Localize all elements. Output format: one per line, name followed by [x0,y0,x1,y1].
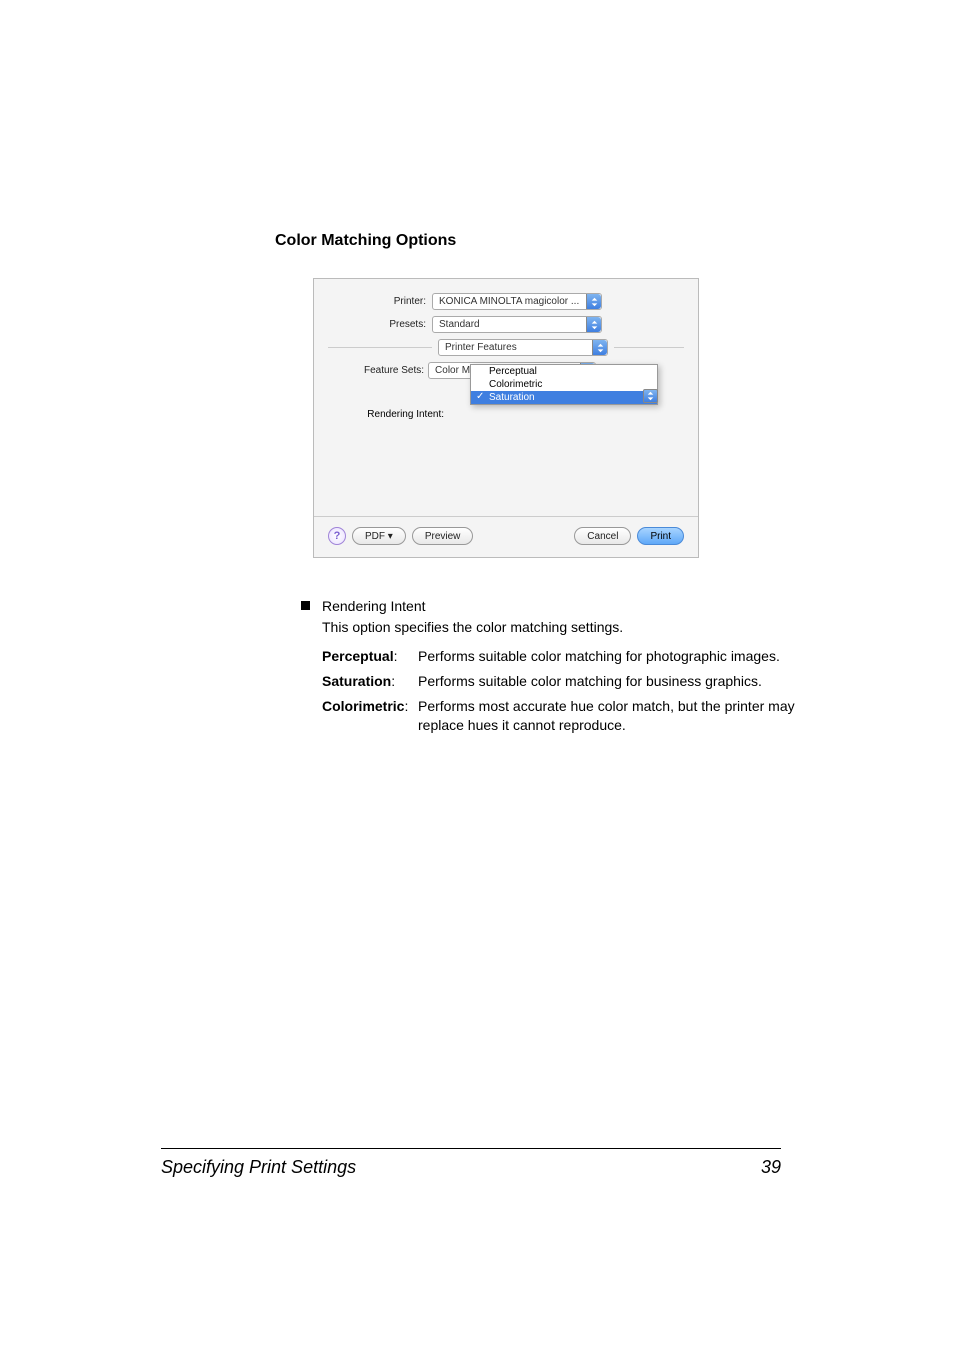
print-dialog: Printer: KONICA MINOLTA magicolor ... Pr… [313,278,699,558]
chevron-updown-icon [586,294,601,309]
panel-value: Printer Features [445,342,517,353]
chevron-updown-icon [592,340,607,355]
page-number: 39 [761,1157,781,1178]
dropdown-option-perceptual[interactable]: Perceptual [471,365,657,378]
pdf-button[interactable]: PDF ▾ [352,527,406,545]
dropdown-option-saturation[interactable]: Saturation [471,391,657,404]
section-heading: Color Matching Options [275,232,795,250]
divider [328,347,432,348]
definition-term: Saturation [322,673,391,689]
definition-row: Colorimetric: Performs most accurate hue… [322,697,795,735]
definition-desc: Performs suitable color matching for bus… [418,672,795,691]
printer-label: Printer: [328,296,432,307]
definition-desc: Performs most accurate hue color match, … [418,697,795,735]
intro-paragraph: This option specifies the color matching… [322,618,795,637]
definition-row: Saturation: Performs suitable color matc… [322,672,795,691]
definition-list: Perceptual: Performs suitable color matc… [322,647,795,735]
rendering-intent-dropdown[interactable]: Perceptual Colorimetric Saturation [470,364,658,405]
panel-select[interactable]: Printer Features [438,339,608,356]
footer-section-title: Specifying Print Settings [161,1157,356,1178]
footer-rule [161,1148,781,1149]
definition-term: Colorimetric [322,698,404,714]
chevron-updown-icon [586,317,601,332]
printer-value: KONICA MINOLTA magicolor ... [439,296,579,307]
presets-value: Standard [439,319,480,330]
divider [314,516,698,517]
page-footer: Specifying Print Settings 39 [161,1148,781,1178]
print-button[interactable]: Print [637,527,684,545]
presets-select[interactable]: Standard [432,316,602,333]
dropdown-option-colorimetric[interactable]: Colorimetric [471,378,657,391]
presets-label: Presets: [328,319,432,330]
definition-desc: Performs suitable color matching for pho… [418,647,795,666]
bullet-heading: Rendering Intent [322,598,426,614]
definition-term: Perceptual [322,648,394,664]
preview-button[interactable]: Preview [412,527,474,545]
printer-select[interactable]: KONICA MINOLTA magicolor ... [432,293,602,310]
divider [614,347,684,348]
bullet-square-icon [301,601,310,610]
cancel-button[interactable]: Cancel [574,527,631,545]
rendering-intent-label: Rendering Intent: [364,409,448,420]
definition-row: Perceptual: Performs suitable color matc… [322,647,795,666]
help-button[interactable]: ? [328,527,346,545]
chevron-updown-icon [643,389,658,403]
feature-sets-label: Feature Sets: [364,365,428,376]
body-text: Rendering Intent This option specifies t… [275,598,795,734]
